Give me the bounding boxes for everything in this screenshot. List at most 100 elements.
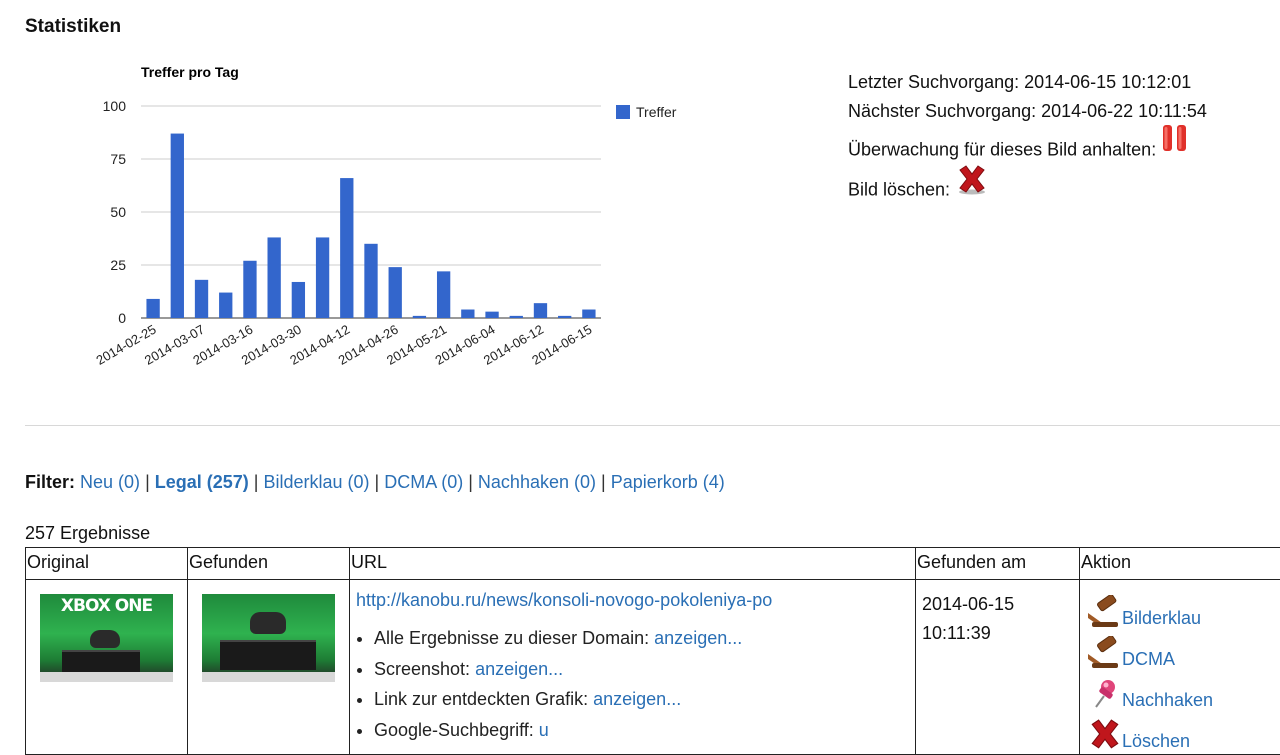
bar — [534, 303, 547, 318]
action-bilderklau-label[interactable]: Bilderklau — [1122, 608, 1201, 629]
controller-shape — [250, 612, 286, 634]
detail-label: Alle Ergebnisse zu dieser Domain: — [374, 628, 649, 648]
detail-label: Screenshot: — [374, 659, 470, 679]
action-bilderklau[interactable]: Bilderklau — [1088, 588, 1280, 629]
original-cell: XBOX ONE — [26, 580, 188, 755]
filter-bar: Filter: Neu (0)|Legal (257)|Bilderklau (… — [25, 472, 725, 493]
page-title: Statistiken — [25, 16, 121, 38]
y-tick-label: 100 — [103, 98, 127, 114]
red-x-icon[interactable] — [956, 165, 988, 204]
found-thumbnail[interactable] — [202, 594, 335, 682]
column-found-at: Gefunden am — [916, 548, 1080, 580]
domain-results-link[interactable]: anzeigen... — [654, 628, 742, 648]
original-thumbnail[interactable]: XBOX ONE — [40, 594, 173, 682]
y-tick-label: 50 — [110, 204, 126, 220]
red-x-icon — [1088, 718, 1122, 752]
bar — [219, 293, 232, 318]
pause-monitoring-label: Überwachung für dieses Bild anhalten: — [848, 139, 1156, 159]
list-item: Link zur entdeckten Grafik: anzeigen... — [374, 684, 909, 715]
found-date-cell: 2014-06-15 10:11:39 — [916, 580, 1080, 755]
found-cell — [188, 580, 350, 755]
filter-dcma[interactable]: DCMA (0) — [384, 472, 463, 492]
list-item: Alle Ergebnisse zu dieser Domain: anzeig… — [374, 623, 909, 654]
gavel-icon — [1088, 595, 1122, 629]
console-shape — [220, 640, 316, 670]
found-time: 10:11:39 — [922, 619, 1073, 648]
filter-separator: | — [601, 472, 606, 492]
filter-separator: | — [375, 472, 380, 492]
filter-separator: | — [145, 472, 150, 492]
bar — [510, 316, 523, 318]
pushpin-icon — [1088, 677, 1122, 711]
result-count: 257 Ergebnisse — [25, 523, 150, 544]
search-status-panel: Letzter Suchvorgang: 2014-06-15 10:12:01… — [848, 68, 1207, 210]
gavel-icon — [1088, 636, 1122, 670]
hits-per-day-chart: Treffer pro Tag 0255075100 2014-02-25201… — [70, 55, 710, 385]
bar — [268, 237, 281, 318]
column-url: URL — [350, 548, 916, 580]
column-gefunden: Gefunden — [188, 548, 350, 580]
bar — [364, 244, 377, 318]
result-url-link[interactable]: http://kanobu.ru/news/konsoli-novogo-pok… — [356, 590, 772, 610]
action-nachhaken-label[interactable]: Nachhaken — [1122, 690, 1213, 711]
y-tick-label: 75 — [110, 151, 126, 167]
section-divider — [25, 425, 1280, 426]
filter-neu[interactable]: Neu (0) — [80, 472, 140, 492]
action-loeschen-label[interactable]: Löschen — [1122, 731, 1190, 752]
found-image-link[interactable]: anzeigen... — [593, 689, 681, 709]
bar — [485, 312, 498, 318]
bar — [243, 261, 256, 318]
action-dcma-label[interactable]: DCMA — [1122, 649, 1175, 670]
bar — [413, 316, 426, 318]
pause-icon[interactable] — [1162, 124, 1188, 161]
bar — [316, 237, 329, 318]
action-nachhaken[interactable]: Nachhaken — [1088, 670, 1280, 711]
result-details-list: Alle Ergebnisse zu dieser Domain: anzeig… — [356, 623, 909, 745]
delete-image-label: Bild löschen: — [848, 179, 950, 199]
bar — [582, 310, 595, 318]
bar — [146, 299, 159, 318]
y-tick-label: 0 — [118, 310, 126, 326]
action-loeschen[interactable]: Löschen — [1088, 711, 1280, 752]
console-shape — [62, 650, 140, 672]
thumbnail-logo-text: XBOX ONE — [40, 596, 173, 616]
bar — [292, 282, 305, 318]
screenshot-link[interactable]: anzeigen... — [475, 659, 563, 679]
url-cell: http://kanobu.ru/news/konsoli-novogo-pok… — [350, 580, 916, 755]
action-dcma[interactable]: DCMA — [1088, 629, 1280, 670]
list-item: Screenshot: anzeigen... — [374, 654, 909, 685]
bar — [558, 316, 571, 318]
y-tick-label: 25 — [110, 257, 126, 273]
filter-label: Filter: — [25, 472, 75, 492]
bar — [195, 280, 208, 318]
filter-legal[interactable]: Legal (257) — [155, 472, 249, 492]
filter-papierkorb[interactable]: Papierkorb (4) — [611, 472, 725, 492]
search-term-link[interactable]: u — [539, 720, 549, 740]
table-row: XBOX ONE http://kanobu.ru/news/konsoli-n… — [26, 580, 1280, 755]
floor-shape — [40, 672, 173, 682]
filter-nachhaken[interactable]: Nachhaken (0) — [478, 472, 596, 492]
legend-label: Treffer — [636, 104, 677, 120]
found-date: 2014-06-15 — [922, 590, 1073, 619]
bar — [461, 310, 474, 318]
column-original: Original — [26, 548, 188, 580]
filter-bilderklau[interactable]: Bilderklau (0) — [263, 472, 369, 492]
detail-label: Link zur entdeckten Grafik: — [374, 689, 588, 709]
detail-label: Google-Suchbegriff: — [374, 720, 534, 740]
action-cell: Bilderklau DCMA Nachhaken Löschen — [1080, 580, 1280, 755]
results-table: Original Gefunden URL Gefunden am Aktion… — [25, 547, 1280, 755]
list-item: Google-Suchbegriff: u — [374, 715, 909, 746]
table-header-row: Original Gefunden URL Gefunden am Aktion — [26, 548, 1280, 580]
bar — [389, 267, 402, 318]
chart-title: Treffer pro Tag — [141, 64, 239, 80]
last-search: Letzter Suchvorgang: 2014-06-15 10:12:01 — [848, 68, 1207, 97]
next-search: Nächster Suchvorgang: 2014-06-22 10:11:5… — [848, 97, 1207, 126]
bar — [340, 178, 353, 318]
legend-swatch — [616, 105, 630, 119]
bar — [171, 134, 184, 318]
controller-shape — [90, 630, 120, 648]
bar — [437, 271, 450, 318]
filter-separator: | — [254, 472, 259, 492]
column-action: Aktion — [1080, 548, 1280, 580]
floor-shape — [202, 672, 335, 682]
